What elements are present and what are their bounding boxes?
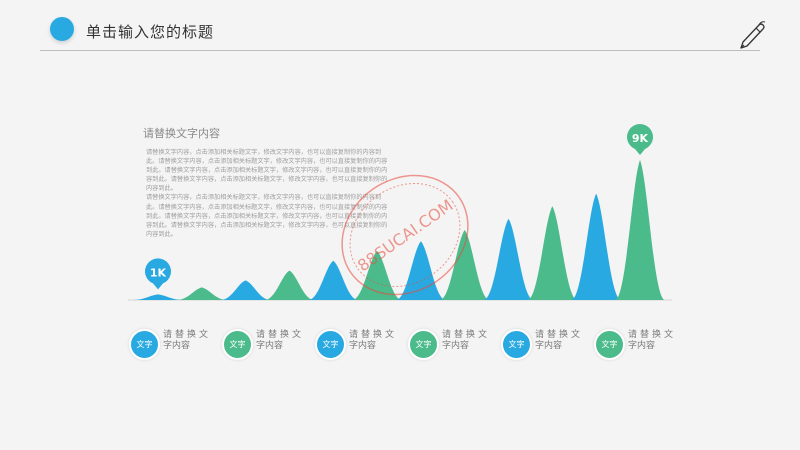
peak-mark: [264, 270, 315, 300]
peak-mark: [527, 206, 578, 300]
peak-mark: [133, 294, 183, 300]
watermark-text: 88SUCAI.COM: [354, 196, 456, 276]
legend-badge: 文字: [129, 329, 160, 360]
annotation-label: 9K: [632, 132, 649, 145]
peak-annotation: 9K: [627, 123, 654, 155]
annotation-label: 1K: [150, 266, 167, 279]
watermark-stamp: 88SUCAI.COM: [341, 174, 469, 296]
legend-text: 请替换文 字内容: [628, 330, 708, 352]
legend-badge: 文字: [315, 329, 346, 360]
peak-mark: [483, 218, 534, 300]
peak-mark: [571, 193, 622, 300]
legend-label-line1: 请替换文: [628, 330, 677, 340]
legend-badge: 文字: [222, 329, 253, 360]
legend-label-line2: 字内容: [628, 341, 656, 351]
peak-mark: [220, 280, 271, 300]
peak-mark: [615, 160, 665, 300]
legend-row: 文字 请替换文 字内容 文字 请替换文 字内容 文字 请替换文 字内容 文字 请…: [0, 327, 800, 360]
legend-badge: 文字: [594, 329, 625, 360]
legend-badge: 文字: [408, 329, 439, 360]
peak-annotation: 1K: [145, 258, 171, 290]
legend-badge: 文字: [501, 329, 532, 360]
peak-mark: [176, 287, 227, 300]
